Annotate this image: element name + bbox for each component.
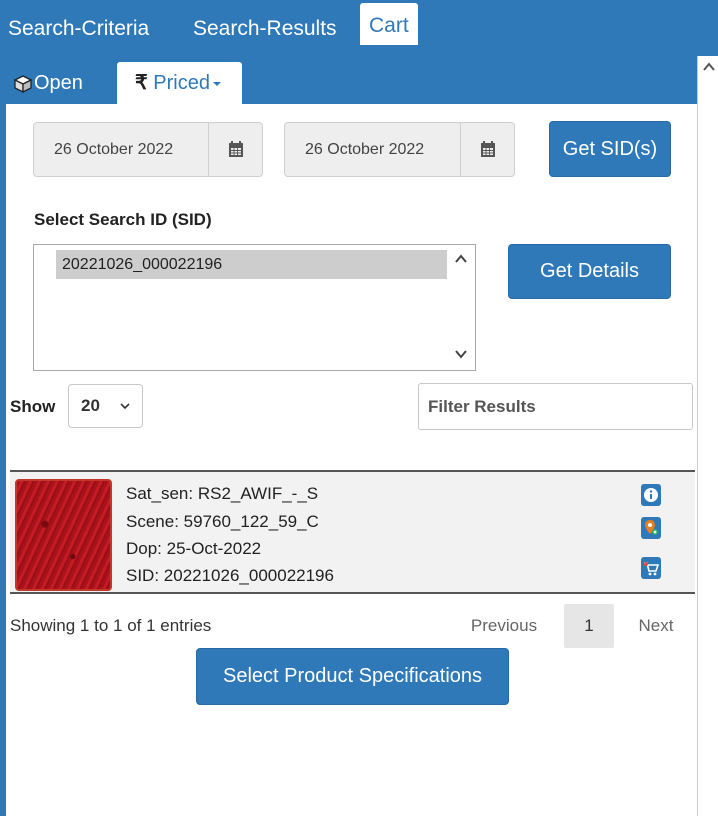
page-size-select[interactable]: 20 — [68, 384, 143, 428]
caret-down-icon — [213, 81, 221, 86]
tab-search-criteria[interactable]: Search-Criteria — [8, 12, 149, 46]
from-date-input[interactable]: 26 October 2022 — [34, 123, 208, 176]
sat-sen-text: Sat_sen: RS2_AWIF_-_S — [126, 484, 319, 503]
pagination-next[interactable]: Next — [625, 604, 687, 648]
tab-priced-label: Priced — [153, 72, 210, 94]
chevron-down-icon — [120, 403, 130, 410]
box-icon — [13, 74, 33, 93]
cart-icon[interactable] — [641, 557, 661, 579]
sid-select-label: Select Search ID (SID) — [34, 210, 212, 229]
info-icon[interactable] — [641, 484, 661, 506]
tab-cart[interactable]: Cart — [360, 3, 418, 45]
calendar-icon — [229, 141, 243, 157]
sid-option[interactable]: 20221026_000022196 — [56, 250, 447, 279]
page-size-label: Show — [10, 397, 56, 416]
table-row: Sat_sen: RS2_AWIF_-_S Scene: 59760_122_5… — [10, 470, 695, 594]
scroll-up-caret-icon[interactable] — [701, 58, 717, 76]
tab-open[interactable]: Open — [12, 62, 83, 104]
calendar-icon — [481, 141, 495, 157]
get-details-button[interactable]: Get Details — [508, 244, 671, 299]
page-size-value: 20 — [81, 396, 100, 415]
tab-priced[interactable]: ₹ Priced — [117, 62, 242, 104]
sid-listbox[interactable]: 20221026_000022196 — [33, 244, 476, 371]
panel-left-border — [0, 56, 6, 816]
map-pin-icon[interactable] — [641, 517, 661, 539]
to-date-calendar-button[interactable] — [460, 123, 515, 176]
get-sids-button[interactable]: Get SID(s) — [549, 121, 671, 177]
top-tab-bar: Search-Criteria Search-Results Cart — [0, 0, 718, 56]
tab-search-results[interactable]: Search-Results — [193, 12, 337, 46]
to-date-picker: 26 October 2022 — [284, 122, 515, 177]
rupee-icon: ₹ — [135, 72, 148, 94]
select-product-specifications-button[interactable]: Select Product Specifications — [196, 648, 509, 705]
filter-results-input[interactable]: Filter Results — [418, 383, 693, 430]
pagination-previous[interactable]: Previous — [452, 604, 556, 648]
cart-sub-tab-bar: Open ₹ Priced — [6, 56, 697, 104]
chevron-down-icon[interactable] — [452, 345, 470, 363]
tab-open-label: Open — [34, 72, 83, 94]
pagination-page-1[interactable]: 1 — [564, 604, 614, 648]
dop-text: Dop: 25-Oct-2022 — [126, 539, 262, 558]
from-date-calendar-button[interactable] — [208, 123, 263, 176]
scene-thumbnail[interactable] — [15, 479, 112, 591]
scene-text: Scene: 59760_122_59_C — [126, 512, 319, 531]
panel-right-border — [697, 56, 698, 816]
to-date-input[interactable]: 26 October 2022 — [285, 123, 460, 176]
from-date-picker: 26 October 2022 — [33, 122, 263, 177]
chevron-up-icon[interactable] — [452, 250, 470, 268]
entries-summary: Showing 1 to 1 of 1 entries — [10, 616, 212, 635]
sid-text: SID: 20221026_000022196 — [126, 566, 334, 585]
